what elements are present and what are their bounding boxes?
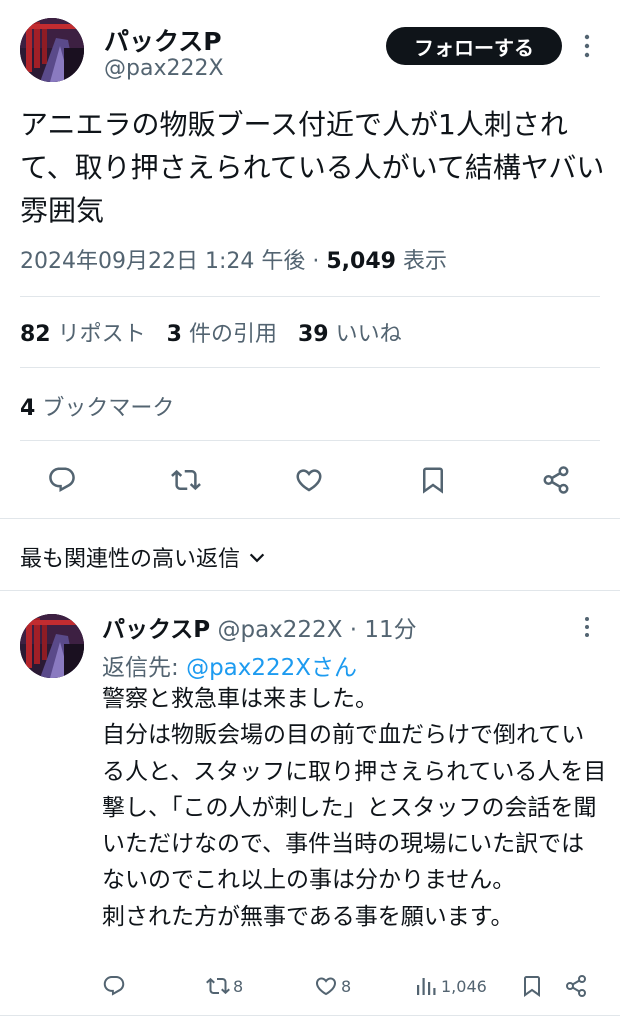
post-timestamp[interactable]: 2024年09月22日 1:24 午後: [20, 249, 305, 274]
bookmark-icon: [423, 467, 443, 494]
bookmark-icon: [524, 976, 540, 997]
likes-stat[interactable]: 39 いいね: [298, 322, 416, 347]
reply-like-button[interactable]: 8: [314, 970, 351, 1002]
author-avatar[interactable]: [20, 18, 84, 82]
reply-bookmark-button[interactable]: [520, 970, 547, 1002]
reply-separator: ·: [349, 617, 358, 643]
reply-to-line: 返信先: @pax222Xさん: [102, 648, 357, 682]
like-icon: [315, 977, 337, 996]
divider: [20, 296, 600, 297]
views-label: 表示: [402, 249, 447, 274]
quotes-count: 3: [166, 322, 182, 347]
meta-separator: ·: [312, 249, 320, 274]
like-button[interactable]: [289, 460, 329, 500]
share-icon: [543, 466, 569, 494]
post-header: パックスP @pax222X フォローする: [0, 0, 620, 96]
author-name[interactable]: パックスP: [104, 22, 222, 58]
reposts-count: 82: [20, 322, 51, 347]
divider: [0, 1015, 620, 1016]
reply-icon: [103, 976, 125, 996]
bookmarks-label: ブックマーク: [42, 396, 175, 421]
engagement-stats: 82 リポスト 3 件の引用 39 いいね: [20, 316, 416, 348]
reply-share-button[interactable]: [564, 970, 591, 1002]
likes-label: いいね: [335, 322, 402, 347]
post-text: アニエラの物販ブース付近で人が1人刺されて、取り押さえられている人がいて結構ヤバ…: [20, 108, 605, 227]
reply-header: パックスP @pax222X · 11分: [102, 610, 417, 644]
reply-author-avatar[interactable]: [20, 614, 84, 678]
more-icon[interactable]: [580, 32, 594, 60]
reply-text: 警察と救急車は来ました。 自分は物販会場の目の前で血だらけで倒れている人と、スタ…: [102, 686, 607, 930]
bookmarks-count: 4: [20, 396, 36, 421]
repost-icon: [206, 977, 230, 995]
bookmark-button[interactable]: [413, 460, 453, 500]
share-button[interactable]: [536, 460, 576, 500]
like-icon: [296, 469, 322, 492]
replies-sort-label: 最も関連性の高い返信: [20, 547, 241, 572]
reply-repost-count: 8: [233, 976, 244, 996]
chevron-down-icon: [249, 553, 265, 563]
reply-like-count: 8: [341, 976, 352, 996]
quotes-label: 件の引用: [188, 322, 277, 347]
share-icon: [566, 975, 586, 997]
reposts-stat[interactable]: 82 リポスト: [20, 322, 160, 347]
views-count: 5,049: [326, 249, 396, 274]
divider: [0, 518, 620, 519]
repost-button[interactable]: [166, 460, 206, 500]
bookmarks-stat[interactable]: 4 ブックマーク: [20, 390, 174, 422]
post-meta: 2024年09月22日 1:24 午後 · 5,049 表示: [20, 243, 447, 275]
views-icon: [417, 978, 436, 995]
repost-icon: [171, 469, 201, 491]
reply-time[interactable]: 11分: [364, 617, 416, 643]
divider: [20, 367, 600, 368]
reply-author-handle[interactable]: @pax222X: [217, 617, 342, 643]
follow-button[interactable]: フォローする: [386, 27, 562, 65]
divider: [0, 590, 620, 591]
replies-sort-selector[interactable]: 最も関連性の高い返信: [20, 541, 266, 573]
author-handle[interactable]: @pax222X: [104, 56, 224, 81]
reply-author-name[interactable]: パックスP: [102, 617, 210, 643]
reply-icon: [49, 467, 75, 492]
reply-views-button[interactable]: 1,046: [414, 970, 487, 1002]
reply-reply-button[interactable]: [102, 970, 129, 1002]
reply-button[interactable]: [42, 460, 82, 500]
reply-to-handle[interactable]: @pax222Xさん: [186, 655, 357, 681]
reply-view-count: 1,046: [441, 976, 487, 996]
quotes-stat[interactable]: 3 件の引用: [167, 322, 291, 347]
reposts-label: リポスト: [57, 322, 146, 347]
reply-repost-button[interactable]: 8: [206, 970, 243, 1002]
reply-to-prefix: 返信先:: [102, 655, 179, 681]
likes-count: 39: [297, 322, 329, 347]
more-icon[interactable]: [580, 614, 594, 640]
divider: [20, 440, 600, 441]
